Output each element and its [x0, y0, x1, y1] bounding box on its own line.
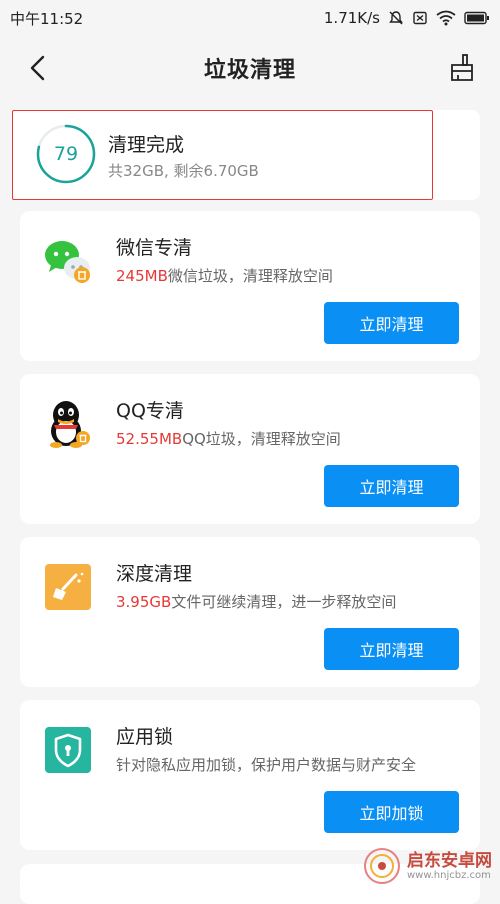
- card-description: 针对隐私应用加锁，保护用户数据与财产安全: [116, 754, 416, 775]
- card-title: 应用锁: [116, 726, 174, 748]
- card-app-lock: 应用锁 针对隐私应用加锁，保护用户数据与财产安全 立即加锁: [20, 700, 480, 850]
- deep-clean-button[interactable]: 立即清理: [324, 628, 459, 670]
- deep-clean-icon: [45, 564, 91, 610]
- card-description-text: 微信垃圾，清理释放空间: [167, 267, 333, 285]
- battery-icon: [464, 11, 489, 25]
- page-title: 垃圾清理: [203, 58, 296, 83]
- watermark-logo-icon: [364, 848, 400, 884]
- clean-qq-button[interactable]: 立即清理: [324, 465, 459, 507]
- card-title: 深度清理: [116, 563, 193, 585]
- qq-icon: [50, 401, 90, 448]
- junk-size: 52.55MB: [116, 430, 183, 448]
- app-lock-button[interactable]: 立即加锁: [324, 791, 459, 833]
- mute-icon: [389, 11, 403, 25]
- wechat-icon: [45, 241, 90, 283]
- score-value: 79: [53, 143, 79, 165]
- storage-info: 共32GB, 剩余6.70GB: [108, 162, 259, 180]
- status-bar: 中午11:52 1.71K/s: [0, 0, 500, 36]
- card-description-text: 针对隐私应用加锁，保护用户数据与财产安全: [116, 756, 417, 774]
- watermark-text: 启东安卓网 www.hnjcbz.com: [407, 852, 492, 881]
- watermark: 启东安卓网 www.hnjcbz.com: [363, 847, 492, 885]
- watermark-brand: 启东安卓网: [407, 850, 492, 871]
- card-description: 3.95GB文件可继续清理，进一步释放空间: [116, 591, 396, 612]
- card-description-text: QQ垃圾，清理释放空间: [182, 430, 341, 448]
- card-title: QQ专清: [116, 400, 184, 422]
- network-speed: 1.71K/s: [323, 9, 380, 27]
- junk-size: 3.95GB: [116, 593, 172, 611]
- wifi-icon: [436, 10, 456, 26]
- summary-title: 清理完成: [108, 134, 185, 156]
- broom-button[interactable]: [442, 48, 482, 88]
- sim-icon: [413, 11, 427, 25]
- card-description: 245MB微信垃圾，清理释放空间: [116, 265, 333, 286]
- summary-card: 79 清理完成 共32GB, 剩余6.70GB: [12, 110, 480, 200]
- card-description: 52.55MBQQ垃圾，清理释放空间: [116, 428, 341, 449]
- card-deep-clean: 深度清理 3.95GB文件可继续清理，进一步释放空间 立即清理: [20, 537, 480, 687]
- status-icons: 1.71K/s: [324, 9, 490, 27]
- card-wechat: 微信专清 245MB微信垃圾，清理释放空间 立即清理: [20, 211, 480, 361]
- back-button[interactable]: [20, 50, 56, 86]
- broom-icon: [451, 54, 473, 81]
- chevron-left-icon: [30, 55, 45, 81]
- watermark-url: www.hnjcbz.com: [407, 869, 491, 881]
- card-description-text: 文件可继续清理，进一步释放空间: [171, 593, 397, 611]
- status-time: 中午11:52: [10, 9, 84, 28]
- app-lock-icon: [45, 727, 91, 773]
- clean-wechat-button[interactable]: 立即清理: [324, 302, 459, 344]
- junk-size: 245MB: [116, 267, 168, 285]
- card-qq: QQ专清 52.55MBQQ垃圾，清理释放空间 立即清理: [20, 374, 480, 524]
- nav-bar: 垃圾清理: [0, 36, 500, 100]
- card-title: 微信专清: [116, 237, 193, 259]
